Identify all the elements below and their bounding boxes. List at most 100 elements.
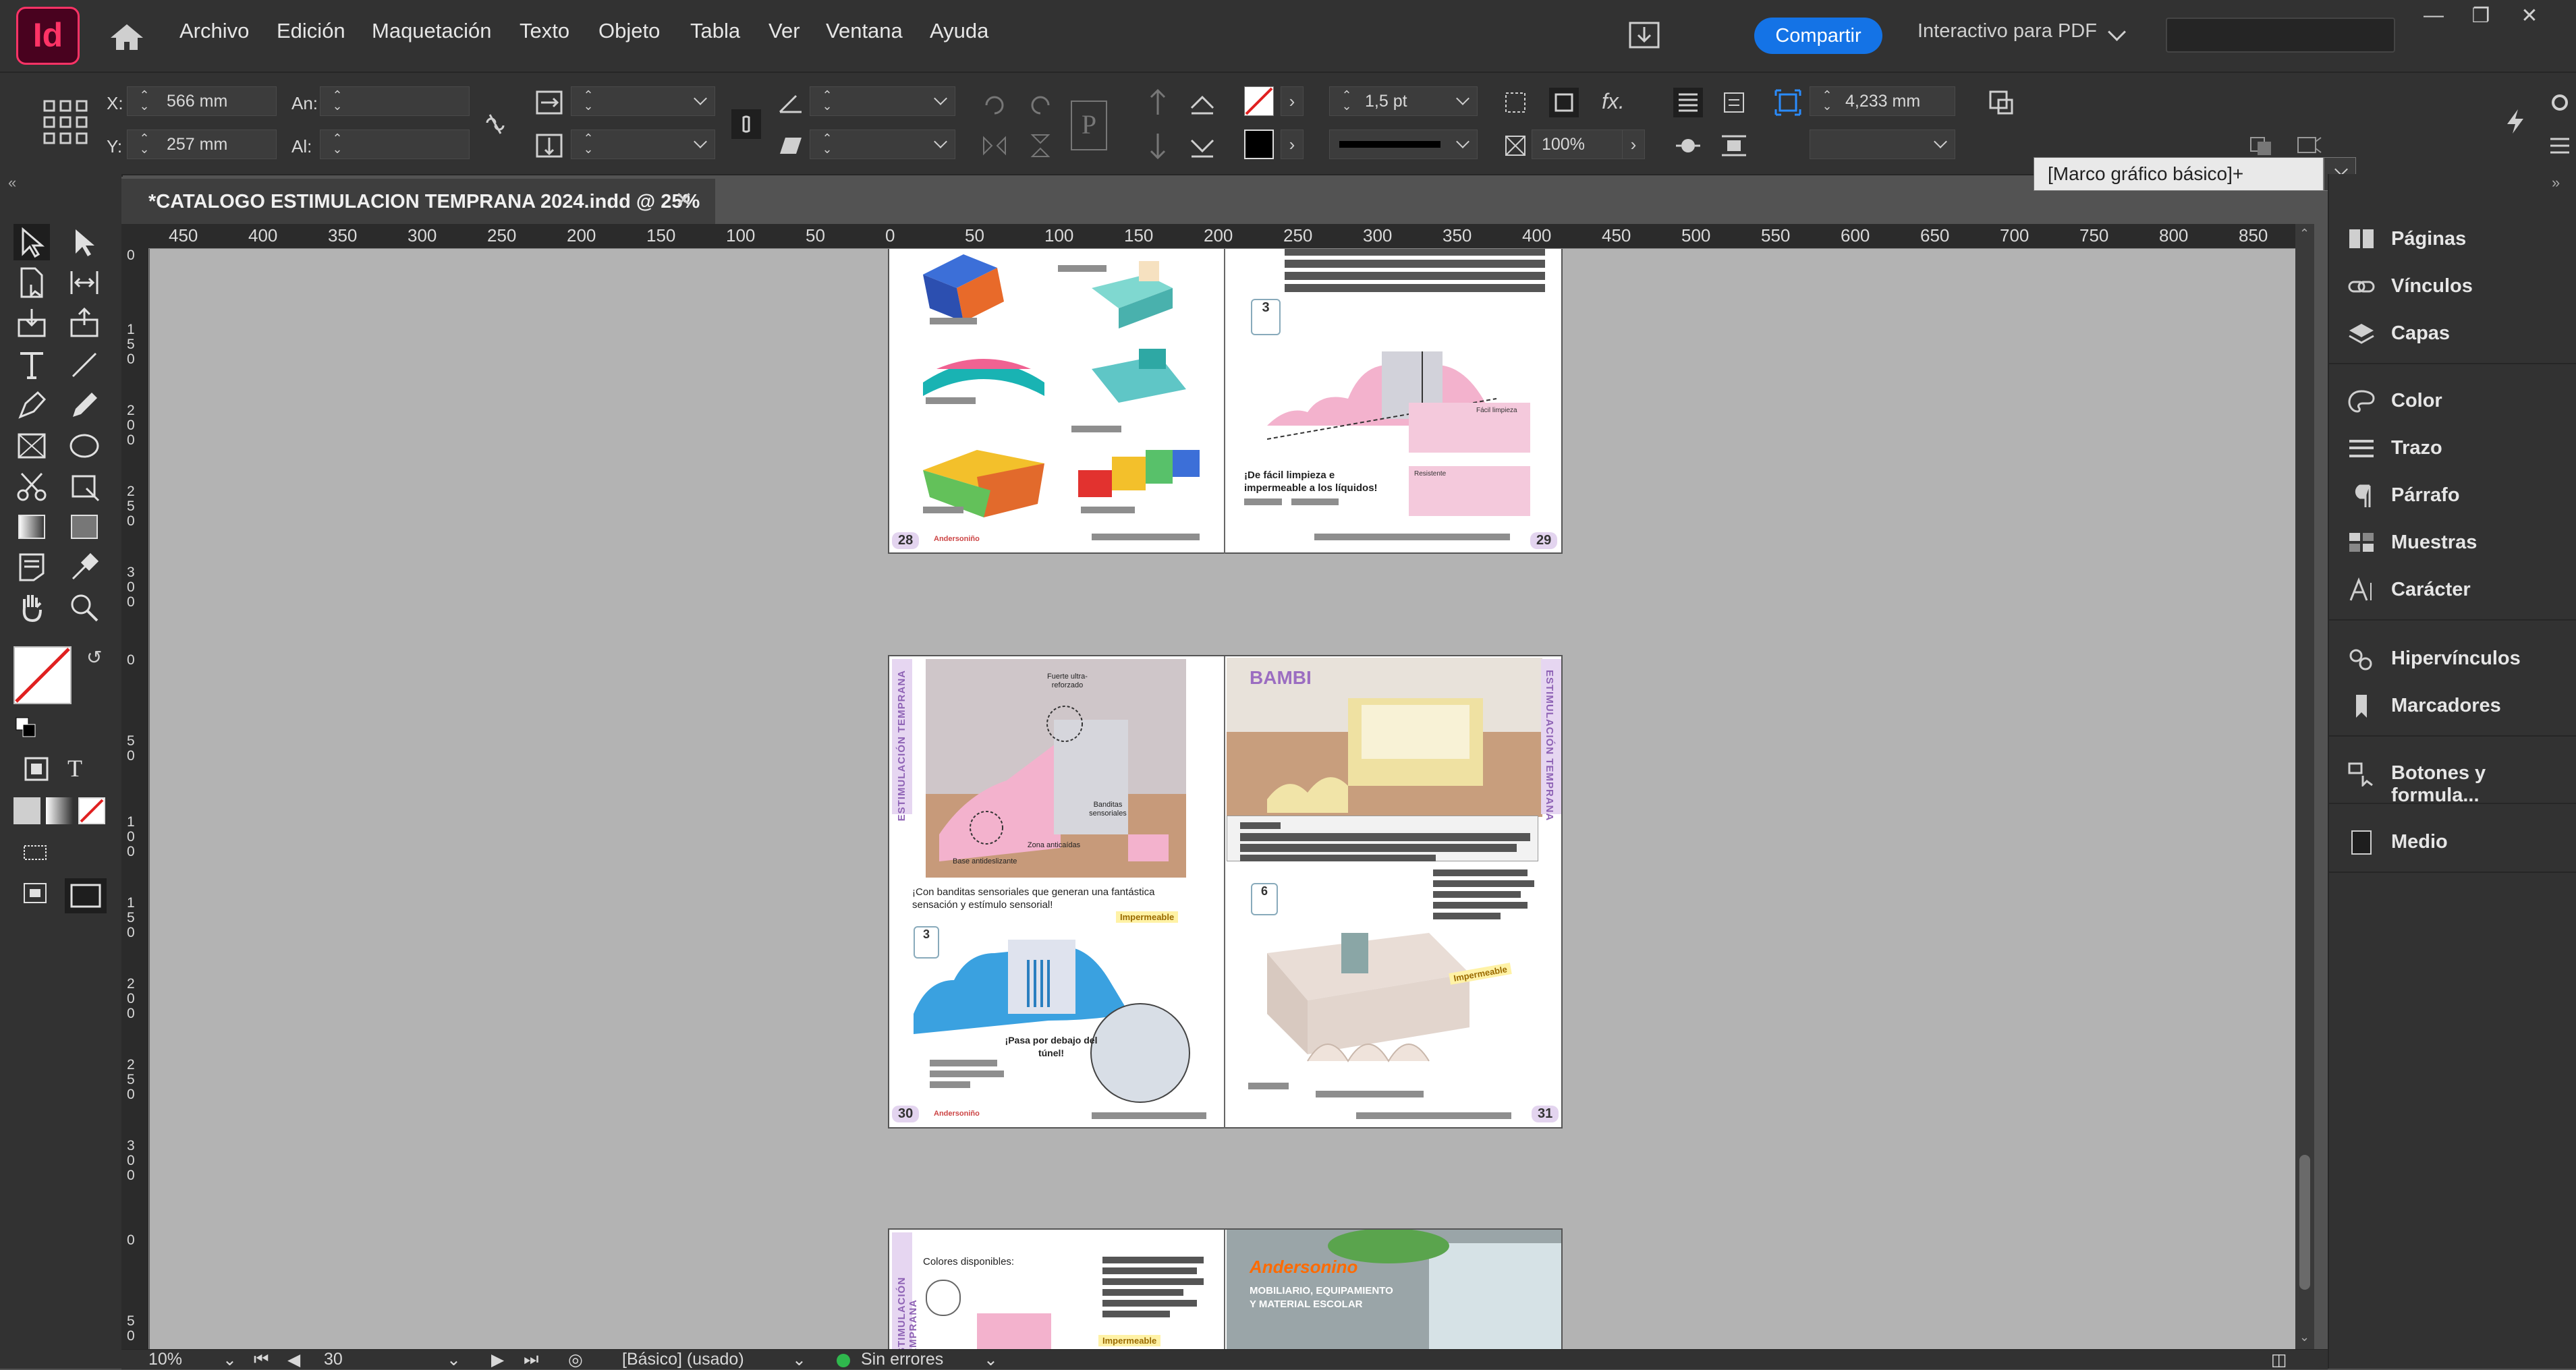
align-top-icon[interactable]: [1673, 88, 1703, 117]
wrap-box-icon[interactable]: [1719, 131, 1749, 161]
chevron-down-icon[interactable]: ⌄: [447, 1350, 461, 1370]
height-field[interactable]: ⌃ ⌄: [320, 130, 470, 159]
note-tool-icon[interactable]: [13, 549, 50, 586]
chevron-down-icon[interactable]: ⌄: [792, 1350, 806, 1370]
minimize-button[interactable]: —: [2417, 4, 2451, 27]
align-center-icon[interactable]: [1719, 88, 1749, 117]
rotate-ccw-icon[interactable]: [1026, 88, 1055, 117]
scroll-thumb[interactable]: [2299, 1155, 2310, 1290]
scroll-down-icon[interactable]: ⌄: [2299, 1330, 2309, 1344]
collapse-arrows-icon[interactable]: «: [8, 174, 16, 192]
rotate-angle-icon[interactable]: [776, 88, 806, 117]
close-window-button[interactable]: ✕: [2513, 4, 2546, 28]
scale-x-dropdown[interactable]: ⌃ ⌄: [571, 86, 715, 116]
select-previous-icon[interactable]: [1187, 88, 1217, 117]
frame-edges-icon[interactable]: [1501, 88, 1530, 117]
stroke-menu-button[interactable]: ›: [1281, 130, 1304, 159]
menu-texto[interactable]: Texto: [520, 19, 569, 43]
preflight-status[interactable]: Sin errores: [861, 1350, 943, 1369]
selection-tool-icon[interactable]: [13, 224, 50, 260]
panel-muestras[interactable]: Muestras: [2329, 522, 2576, 564]
spinner-icon[interactable]: ⌃ ⌄: [1817, 89, 1837, 113]
chevron-down-icon[interactable]: [2108, 23, 2126, 41]
screen-mode-icon[interactable]: [65, 878, 107, 913]
panel-caracter[interactable]: Carácter: [2329, 569, 2576, 611]
panel-hipervinculos[interactable]: Hipervínculos: [2329, 638, 2576, 680]
horizontal-ruler[interactable]: 450 400 350 300 250 200 150 100 50 0 50 100 150 200 25…: [148, 224, 2301, 249]
display-performance-icon[interactable]: [20, 838, 50, 867]
settings-gear-icon[interactable]: [2545, 88, 2575, 117]
alignment-dropdown[interactable]: [1810, 130, 1955, 159]
hand-tool-icon[interactable]: [13, 590, 50, 626]
select-content-icon[interactable]: [1143, 131, 1173, 161]
menu-maquetacion[interactable]: Maquetación: [372, 19, 492, 43]
menu-tabla[interactable]: Tabla: [690, 19, 740, 43]
ruler-origin[interactable]: [121, 224, 148, 248]
x-field[interactable]: ⌃ ⌄ 566 mm: [127, 86, 277, 116]
opacity-field[interactable]: 100%: [1532, 130, 1626, 159]
width-field[interactable]: ⌃ ⌄: [320, 86, 470, 116]
object-style-icon[interactable]: [1986, 88, 2016, 117]
p-icon[interactable]: P: [1070, 100, 1108, 151]
hamburger-menu-icon[interactable]: [2545, 131, 2575, 161]
scale-y-dropdown[interactable]: ⌃ ⌄: [571, 130, 715, 159]
stroke-weight-field[interactable]: ⌃ ⌄ 1,5 pt: [1329, 86, 1478, 116]
rotation-dropdown[interactable]: ⌃ ⌄: [810, 86, 955, 116]
rotate-cw-icon[interactable]: [980, 88, 1009, 117]
zoom-level[interactable]: 10%: [148, 1350, 182, 1369]
vertical-ruler[interactable]: 0 150 200 250 300 0 50 100 150 200 250 300 0 50: [121, 248, 149, 1349]
menu-archivo[interactable]: Archivo: [179, 19, 249, 43]
scale-y-icon[interactable]: [534, 131, 564, 161]
spread-28-29[interactable]: 28 Andersoniño 3 Fácil limpieza Resisten…: [888, 249, 1563, 554]
effects-icon[interactable]: fx.: [1602, 89, 1625, 114]
apply-gradient-button[interactable]: [46, 797, 73, 824]
page-field[interactable]: 30: [324, 1350, 343, 1369]
scroll-up-icon[interactable]: ⌃: [2299, 227, 2309, 241]
spacing-field[interactable]: ⌃ ⌄ 4,233 mm: [1810, 86, 1955, 116]
eyedropper-tool-icon[interactable]: [66, 549, 103, 586]
panel-parrafo[interactable]: Párrafo: [2329, 475, 2576, 517]
gradient-swatch-tool-icon[interactable]: [13, 509, 50, 545]
menu-edicion[interactable]: Edición: [277, 19, 345, 43]
menu-ver[interactable]: Ver: [768, 19, 800, 43]
chevron-down-icon[interactable]: ⌄: [223, 1350, 237, 1370]
apply-none-button[interactable]: [78, 797, 105, 824]
gap-tool-icon[interactable]: [66, 264, 103, 301]
home-icon[interactable]: [108, 22, 146, 53]
object-style-dropdown[interactable]: [Marco gráfico básico]+: [2034, 157, 2324, 191]
spinner-icon[interactable]: ⌃ ⌄: [327, 89, 347, 113]
content-placer-icon[interactable]: [66, 305, 103, 341]
stroke-type-dropdown[interactable]: [1329, 130, 1478, 159]
stroke-swatch[interactable]: [1244, 130, 1274, 159]
spinner-icon[interactable]: ⌃ ⌄: [1337, 89, 1357, 113]
panel-vinculos[interactable]: Vínculos: [2329, 266, 2576, 308]
panel-color[interactable]: Color: [2329, 380, 2576, 422]
wrap-icon[interactable]: [1673, 131, 1703, 161]
pencil-tool-icon[interactable]: [66, 387, 103, 424]
opacity-icon[interactable]: [1501, 131, 1530, 161]
previous-page-icon[interactable]: ◀: [287, 1350, 300, 1370]
last-page-icon[interactable]: ⏭: [524, 1350, 539, 1369]
swap-colors-icon[interactable]: ↺: [86, 646, 102, 668]
vertical-scrollbar[interactable]: ⌃ ⌄: [2295, 224, 2314, 1350]
direct-selection-tool-icon[interactable]: [66, 224, 103, 260]
formatting-container-icon[interactable]: [22, 754, 51, 784]
panel-paginas[interactable]: Páginas: [2329, 219, 2576, 260]
preview-mode-icon[interactable]: [20, 878, 50, 908]
maximize-button[interactable]: ❐: [2464, 4, 2498, 28]
flip-horizontal-icon[interactable]: [980, 131, 1009, 161]
chevron-down-icon[interactable]: ⌄: [984, 1350, 998, 1370]
content-collector-icon[interactable]: [13, 305, 50, 341]
split-window-icon[interactable]: ◫: [2271, 1350, 2287, 1370]
panel-botones[interactable]: Botones y formula...: [2329, 753, 2576, 806]
spinner-icon[interactable]: ⌃ ⌄: [134, 132, 155, 156]
pen-tool-icon[interactable]: [13, 387, 50, 424]
expand-panels-icon[interactable]: »: [2552, 174, 2560, 192]
menu-ayuda[interactable]: Ayuda: [930, 19, 988, 43]
select-container-icon[interactable]: [1143, 88, 1173, 117]
panel-capas[interactable]: Capas: [2329, 313, 2576, 355]
frame-fitting-icon[interactable]: [2294, 131, 2324, 161]
publish-online-icon[interactable]: [1627, 20, 1661, 50]
link-scale-icon[interactable]: [731, 109, 761, 139]
opacity-menu-button[interactable]: ›: [1622, 130, 1645, 159]
